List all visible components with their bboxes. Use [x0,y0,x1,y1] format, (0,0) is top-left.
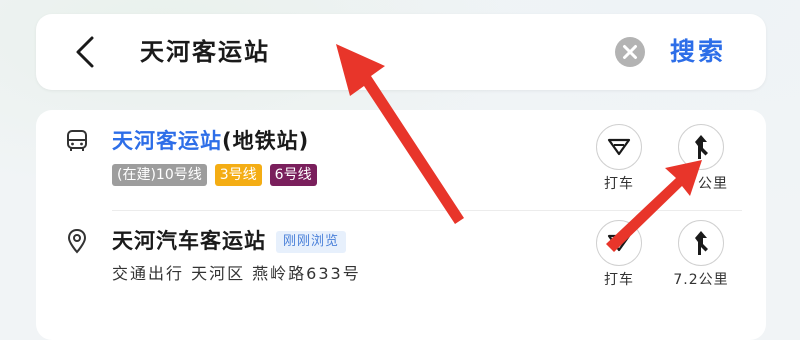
result-title-suffix: (地铁站) [222,129,310,153]
taxi-label: 打车 [604,272,634,288]
location-pin-icon [67,228,87,254]
list-item[interactable] [36,110,766,210]
results-list: 天河客运站(地铁站) (在建)10号线 3号线 6号线 打车 公里 天河汽车客运… [36,110,766,340]
route-button[interactable] [678,124,724,170]
line-tag: 3号线 [214,164,262,186]
back-arrow-icon[interactable] [70,34,100,70]
result-title-highlight: 天河客运站 [112,129,222,153]
line-tag: 6号线 [269,164,317,186]
taxi-button[interactable] [596,220,642,266]
taxi-icon [607,234,631,252]
route-icon [695,231,708,255]
search-input[interactable]: 天河客运站 [140,34,270,70]
list-item[interactable] [36,210,766,310]
search-bar: 天河客运站 搜索 [36,14,766,90]
route-label: 7.2公里 [673,272,729,288]
recently-viewed-badge: 刚刚浏览 [276,231,347,253]
route-icon [695,135,708,159]
line-tag: (在建)10号线 [112,164,207,186]
search-button[interactable]: 搜索 [670,33,726,71]
clear-icon[interactable] [614,36,646,68]
taxi-button[interactable] [596,124,642,170]
line-tags: (在建)10号线 3号线 6号线 [112,164,317,186]
taxi-icon [607,138,631,156]
result-address: 交通出行 天河区 燕岭路633号 [112,264,361,283]
taxi-label: 打车 [604,176,634,192]
bus-icon [67,130,87,151]
result-title: 天河客运站(地铁站) [112,126,309,156]
route-button[interactable] [678,220,724,266]
route-label: 公里 [698,176,728,192]
result-title: 天河汽车客运站 刚刚浏览 [112,226,347,256]
result-title-text: 天河汽车客运站 [112,229,266,253]
